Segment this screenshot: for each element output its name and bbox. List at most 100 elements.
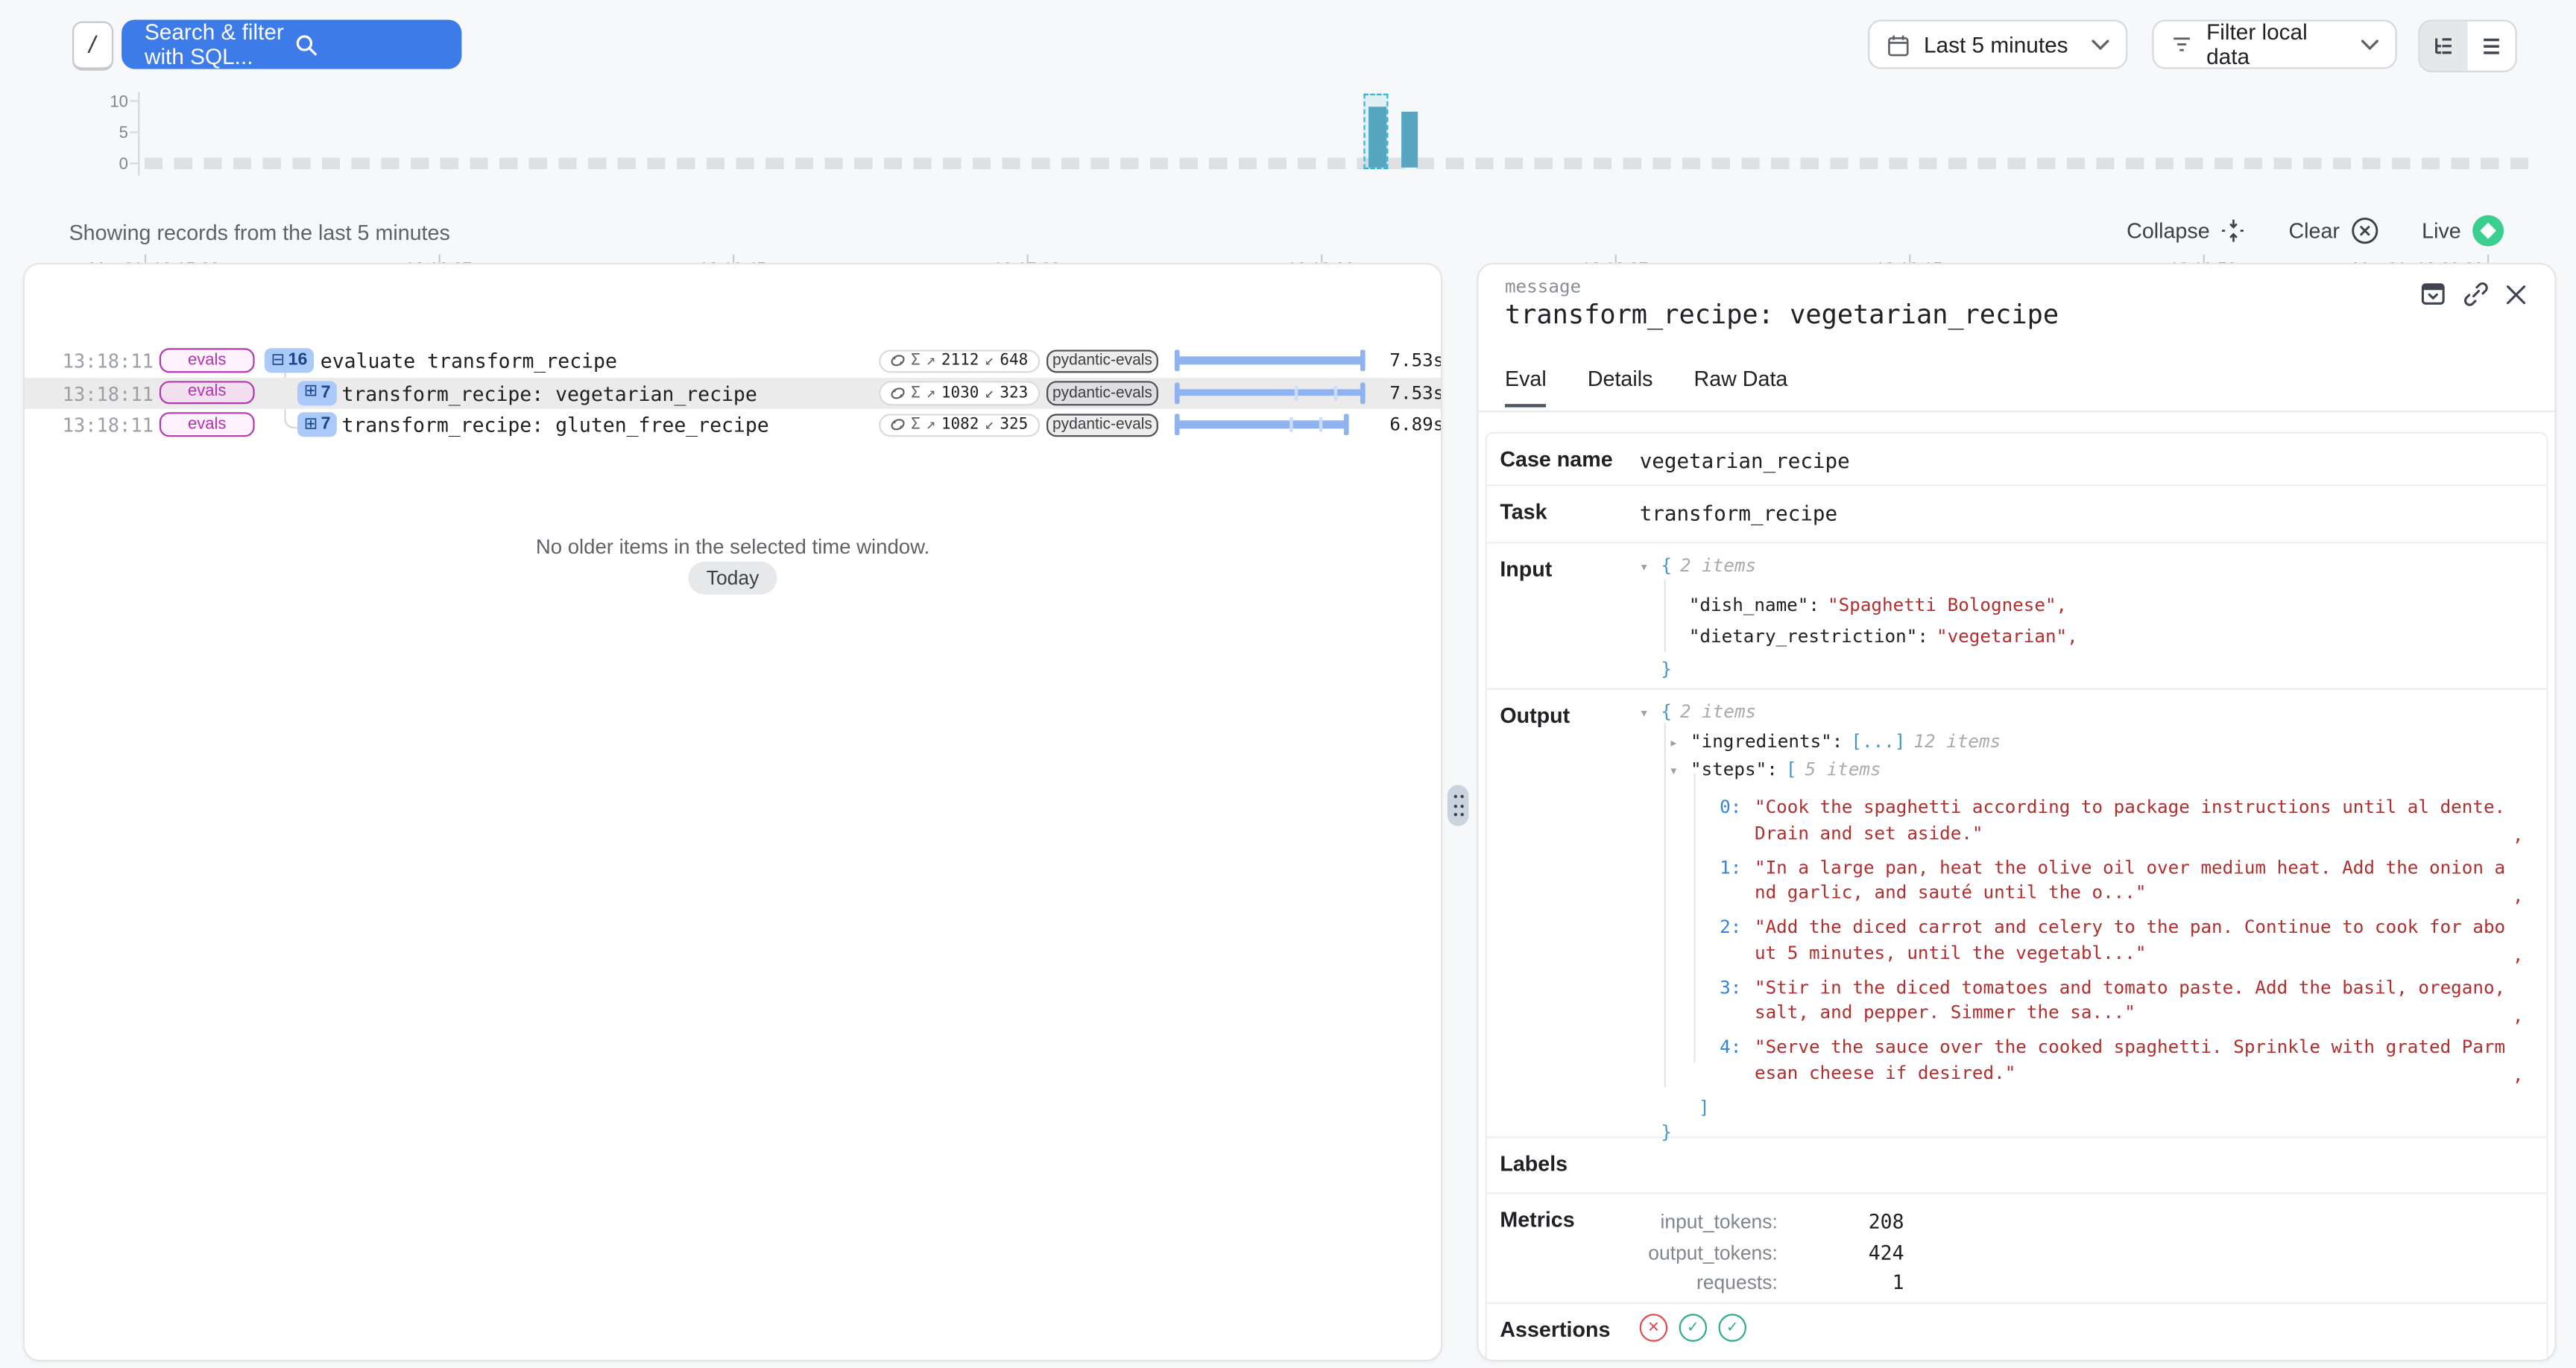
comma: ,	[2513, 884, 2524, 906]
step-text: "Stir in the diced tomatoes and tomato p…	[1755, 975, 2509, 1025]
item-count: 2 items	[1680, 700, 1756, 725]
chevron-down-icon	[2092, 39, 2109, 50]
input-label: Input	[1500, 557, 1552, 581]
search-icon	[293, 32, 441, 57]
list-view-toggle[interactable]	[2468, 22, 2516, 71]
task-row: Task transform_recipe	[1487, 486, 2547, 543]
assertion-pass-icon[interactable]: ✓	[1718, 1314, 1746, 1341]
copy-link-icon[interactable]	[2463, 281, 2489, 307]
comma: ,	[2513, 944, 2524, 966]
tabs-divider	[1479, 411, 2555, 412]
clear-button[interactable]: Clear	[2288, 217, 2378, 244]
search-button-label: Search & filter with SQL...	[145, 19, 293, 69]
assertion-pass-icon[interactable]: ✓	[1679, 1314, 1707, 1341]
span-name: transform_recipe: vegetarian_recipe	[341, 381, 757, 405]
array-index: 2:	[1712, 915, 1742, 966]
step-item: 1:"In a large pan, heat the olive oil ov…	[1712, 855, 2520, 905]
tab-details[interactable]: Details	[1588, 367, 1653, 408]
trace-row-vegetarian-recipe[interactable]: 13:18:11 evals ⊞ 7 transform_recipe: veg…	[25, 377, 1441, 409]
metric-name: input_tokens:	[1640, 1207, 1778, 1238]
sum-icon: Σ	[911, 416, 921, 434]
ingredients-line: ▸"ingredients":[...]12 items	[1669, 729, 2536, 758]
dock-panel-icon[interactable]	[2420, 281, 2446, 307]
panel-resize-handle[interactable]	[1448, 785, 1469, 826]
collapse-button[interactable]: Collapse	[2127, 218, 2246, 243]
json-value: "vegetarian",	[1936, 621, 2078, 653]
output-tokens-arrow-icon: ↙	[985, 384, 994, 402]
expand-children-badge[interactable]: ⊞ 7	[297, 412, 337, 437]
duration-bar	[1175, 381, 1366, 403]
output-tokens-count: 648	[1000, 352, 1028, 370]
today-chip[interactable]: Today	[688, 562, 777, 595]
collapse-children-badge[interactable]: ⊟ 16	[265, 348, 314, 373]
duration-bar	[1175, 349, 1366, 371]
slash-shortcut-key: /	[72, 22, 113, 71]
evals-tag[interactable]: evals	[160, 412, 255, 436]
filter-local-data-dropdown[interactable]: Filter local data	[2152, 19, 2396, 69]
detail-tabs: Eval Details Raw Data	[1505, 367, 1787, 408]
tab-raw-data[interactable]: Raw Data	[1694, 367, 1788, 408]
metric-item: input_tokens:208	[1640, 1207, 1904, 1238]
input-tokens-arrow-icon: ↗	[926, 384, 936, 402]
json-key: "ingredients":	[1690, 729, 1843, 754]
sum-icon: Σ	[911, 384, 921, 402]
json-entry: "dish_name":"Spaghetti Bolognese",	[1689, 589, 2536, 621]
json-key: "dish_name":	[1689, 589, 1819, 621]
collapsed-array[interactable]: [...]	[1851, 729, 1905, 754]
chevron-right-icon[interactable]: ▸	[1669, 732, 1682, 757]
metric-item: requests:1	[1640, 1268, 1904, 1299]
step-text: "Serve the sauce over the cooked spaghet…	[1755, 1035, 2509, 1086]
step-text: "In a large pan, heat the olive oil over…	[1755, 855, 2509, 905]
row-timestamp: 13:18:11	[63, 381, 154, 405]
indent-guide	[1693, 773, 1695, 1063]
token-usage-badge: Σ ↗1082 ↙325	[879, 413, 1039, 437]
assertion-fail-icon[interactable]: ✕	[1640, 1314, 1667, 1341]
evals-tag[interactable]: evals	[160, 348, 255, 372]
metrics-label: Metrics	[1500, 1207, 1574, 1232]
metric-name: requests:	[1640, 1268, 1778, 1299]
package-tag[interactable]: pydantic-evals	[1046, 381, 1158, 405]
chevron-down-icon[interactable]: ▾	[1640, 703, 1653, 728]
tree-view-icon	[2431, 34, 2456, 58]
span-name: transform_recipe: gluten_free_recipe	[341, 414, 768, 437]
search-button[interactable]: Search & filter with SQL...	[121, 19, 461, 69]
chevron-down-icon[interactable]: ▾	[1640, 557, 1653, 582]
input-tokens-arrow-icon: ↗	[926, 416, 936, 434]
y-tick-mark	[130, 100, 138, 101]
histogram-bar[interactable]	[1368, 106, 1386, 168]
close-brace: }	[1661, 656, 1672, 682]
trace-row-evaluate-transform-recipe[interactable]: 13:18:11 evals ⊟ 16 evaluate transform_r…	[25, 345, 1441, 377]
tree-view-toggle[interactable]	[2420, 22, 2468, 71]
trace-row-gluten-free-recipe[interactable]: 13:18:11 evals ⊞ 7 transform_recipe: glu…	[25, 409, 1441, 441]
input-json-tree: ▾{2 items "dish_name":"Spaghetti Bologne…	[1640, 544, 2536, 688]
row-timestamp: 13:18:11	[63, 414, 154, 437]
child-count: 16	[288, 352, 308, 369]
time-range-dropdown[interactable]: Last 5 minutes	[1868, 19, 2127, 69]
showing-records-text: Showing records from the last 5 minutes	[69, 220, 450, 244]
metric-value: 208	[1778, 1207, 1904, 1238]
expand-children-badge[interactable]: ⊞ 7	[297, 380, 337, 405]
close-icon[interactable]	[2505, 283, 2527, 305]
package-tag[interactable]: pydantic-evals	[1046, 349, 1158, 373]
coin-icon	[891, 385, 906, 400]
output-tokens-count: 325	[1000, 416, 1028, 434]
case-name-value: vegetarian_recipe	[1640, 449, 1850, 473]
child-count: 7	[321, 384, 331, 401]
evals-tag[interactable]: evals	[160, 380, 255, 404]
token-usage-badge: Σ ↗1030 ↙323	[879, 381, 1039, 405]
y-axis-line	[138, 92, 139, 175]
json-key: "steps":	[1690, 757, 1778, 782]
array-index: 4:	[1712, 1035, 1742, 1086]
y-tick-mark	[130, 131, 138, 133]
array-index: 3:	[1712, 975, 1742, 1025]
chevron-down-icon[interactable]: ▾	[1669, 760, 1682, 785]
histogram-bar[interactable]	[1401, 112, 1418, 167]
metric-value: 424	[1778, 1238, 1904, 1268]
live-toggle[interactable]: Live	[2422, 215, 2504, 247]
token-usage-badge: Σ ↗2112 ↙648	[879, 349, 1039, 373]
item-count: 5 items	[1805, 757, 1881, 782]
tab-eval[interactable]: Eval	[1505, 367, 1547, 408]
package-tag[interactable]: pydantic-evals	[1046, 413, 1158, 437]
y-axis-tick-0: 0	[30, 155, 128, 173]
trace-list-panel: No older items in the selected time wind…	[23, 263, 1442, 1362]
